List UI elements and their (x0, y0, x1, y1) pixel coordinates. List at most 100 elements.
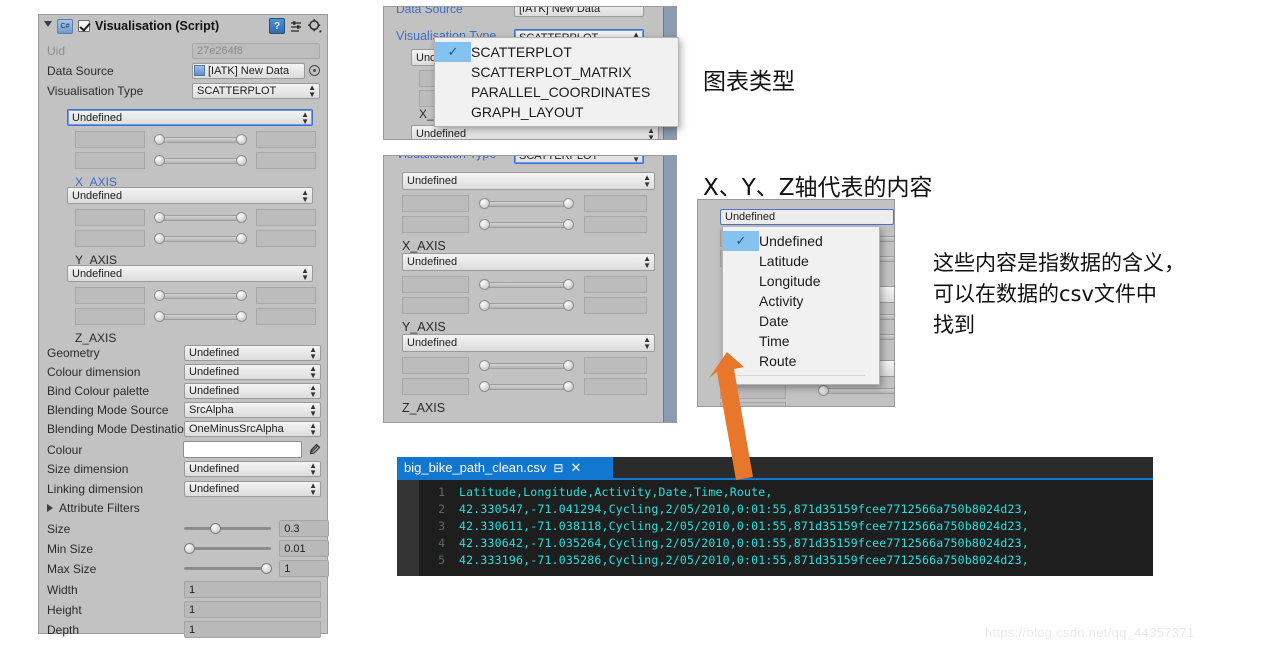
inspector-row-width[interactable]: Width 1 (47, 580, 321, 599)
z-axis-max-field[interactable] (256, 287, 316, 304)
inspector-row-vis-type[interactable]: Visualisation Type SCATTERPLOT ▲ ▼ (47, 81, 321, 100)
inspector-row-size-dimension[interactable]: Size dimension Undefined ▲ ▼ (47, 459, 321, 478)
menu-item-graph-layout[interactable]: GRAPH_LAYOUT (435, 102, 678, 122)
menu-item-date[interactable]: Date (723, 311, 879, 331)
menu-item-latitude[interactable]: Latitude (723, 251, 879, 271)
crop-z-minfilter-field[interactable] (402, 378, 469, 395)
object-picker-icon[interactable] (309, 65, 320, 76)
eyedropper-icon[interactable] (307, 443, 321, 457)
x-axis-filter-slider[interactable] (154, 152, 247, 169)
max-size-value-field[interactable]: 1 (279, 560, 329, 577)
inspector-row-max-size[interactable]: Max Size 1 (47, 559, 329, 578)
crop-x-min-field[interactable] (402, 195, 469, 212)
y-axis-min-field[interactable] (75, 209, 145, 226)
width-field[interactable]: 1 (184, 581, 321, 598)
crop-x-filter-slider[interactable] (479, 216, 574, 233)
inspector-row-data-source[interactable]: Data Source [IATK] New Data (47, 61, 321, 80)
crop-y-maxfilter-field[interactable] (584, 297, 647, 314)
min-size-slider[interactable] (184, 540, 272, 557)
axes-crop-scrollbar[interactable] (663, 156, 676, 422)
z-axis-filter-slider[interactable] (154, 308, 247, 325)
inspector-row-depth[interactable]: Depth 1 (47, 620, 321, 639)
crop-y-axis-dropdown[interactable]: Undefined ▲ ▼ (402, 253, 655, 271)
component-foldout-icon[interactable] (44, 21, 52, 31)
inspector-row-height[interactable]: Height 1 (47, 600, 321, 619)
x-axis-maxfilter-field[interactable] (256, 152, 316, 169)
inspector-row-attribute-filters[interactable]: Attribute Filters (47, 498, 140, 517)
crop-x-maxfilter-field[interactable] (584, 216, 647, 233)
crop-x-axis-dropdown[interactable]: Undefined ▲ ▼ (402, 172, 655, 190)
inspector-row-bind-colour-palette[interactable]: Bind Colour palette Undefined ▲ ▼ (47, 381, 321, 400)
help-icon[interactable]: ? (269, 18, 285, 34)
crop-y-filter-slider[interactable] (479, 297, 574, 314)
crop-y-range-slider[interactable] (479, 276, 574, 293)
crop-z-min-field[interactable] (402, 357, 469, 374)
z-axis-minfilter-field[interactable] (75, 308, 145, 325)
x-axis-minfilter-field[interactable] (75, 152, 145, 169)
csv-body[interactable]: 1 Latitude,Longitude,Activity,Date,Time,… (419, 480, 1153, 576)
menu-item-route[interactable]: Route (723, 351, 879, 371)
size-value-field[interactable]: 0.3 (279, 520, 329, 537)
size-slider[interactable] (184, 520, 272, 537)
data-source-field[interactable]: [IATK] New Data (192, 62, 305, 79)
crop-z-filter-slider[interactable] (479, 378, 574, 395)
crop-z-axis-dropdown[interactable]: Undefined ▲ ▼ (402, 334, 655, 352)
blend-destination-dropdown[interactable]: OneMinusSrcAlpha ▲ ▼ (184, 420, 321, 437)
pin-icon[interactable]: ⊟ (553, 461, 563, 475)
depth-field[interactable]: 1 (184, 621, 321, 638)
y-axis-filter-slider[interactable] (154, 230, 247, 247)
x-axis-max-field[interactable] (256, 131, 316, 148)
preset-icon[interactable] (290, 20, 303, 33)
menu-item-longitude[interactable]: Longitude (723, 271, 879, 291)
z-axis-maxfilter-field[interactable] (256, 308, 316, 325)
vis-type-dropdown[interactable]: SCATTERPLOT ▲ ▼ (192, 82, 320, 99)
min-size-value-field[interactable]: 0.01 (279, 540, 329, 557)
inspector-row-geometry[interactable]: Geometry Undefined ▲ ▼ (47, 343, 321, 362)
inspector-row-colour-dimension[interactable]: Colour dimension Undefined ▲ ▼ (47, 362, 321, 381)
y-axis-range-slider[interactable] (154, 209, 247, 226)
clipped-vis-type-dropdown[interactable]: SCATTERPLOT ▲▼ (514, 156, 644, 164)
inspector-row-blend-destination[interactable]: Blending Mode Destination OneMinusSrcAlp… (47, 419, 321, 438)
crop-z-max-field[interactable] (584, 357, 647, 374)
y-axis-max-field[interactable] (256, 209, 316, 226)
z-axis-dimension-dropdown[interactable]: Undefined ▲ ▼ (67, 265, 313, 282)
x-axis-dimension-dropdown[interactable]: Undefined ▲ ▼ (67, 109, 313, 126)
crop-y-minfilter-field[interactable] (402, 297, 469, 314)
vis-type-crop-behind-field2[interactable]: Undefined ▲ ▼ (411, 125, 659, 139)
inspector-row-size[interactable]: Size 0.3 (47, 519, 329, 538)
crop-x-minfilter-field[interactable] (402, 216, 469, 233)
clipped-data-source-field[interactable]: [IATK] New Data (514, 7, 644, 17)
crop-z-maxfilter-field[interactable] (584, 378, 647, 395)
inspector-row-colour[interactable]: Colour (47, 440, 321, 459)
inspector-row-linking-dimension[interactable]: Linking dimension Undefined ▲ ▼ (47, 479, 321, 498)
crop-y-min-field[interactable] (402, 276, 469, 293)
visualisation-type-menu[interactable]: ✓ SCATTERPLOT SCATTERPLOT_MATRIX PARALLE… (434, 37, 679, 127)
csv-file-tab[interactable]: big_bike_path_clean.csv ⊟ ✕ (397, 457, 613, 478)
height-field[interactable]: 1 (184, 601, 321, 618)
menu-item-undefined[interactable]: ✓ Undefined (723, 231, 879, 251)
crop-z-range-slider[interactable] (479, 357, 574, 374)
inspector-row-min-size[interactable]: Min Size 0.01 (47, 539, 329, 558)
menu-item-time[interactable]: Time (723, 331, 879, 351)
inspector-row-blend-source[interactable]: Blending Mode Source SrcAlpha ▲ ▼ (47, 400, 321, 419)
z-axis-min-field[interactable] (75, 287, 145, 304)
gear-icon[interactable] (308, 19, 322, 33)
crop-x-range-slider[interactable] (479, 195, 574, 212)
crop-y-max-field[interactable] (584, 276, 647, 293)
bind-colour-palette-dropdown[interactable]: Undefined ▲ ▼ (184, 382, 321, 399)
crop-x-max-field[interactable] (584, 195, 647, 212)
y-axis-minfilter-field[interactable] (75, 230, 145, 247)
component-enabled-checkbox[interactable] (78, 20, 90, 32)
menu-item-parallel-coordinates[interactable]: PARALLEL_COORDINATES (435, 82, 678, 102)
menu-item-scatterplot[interactable]: ✓ SCATTERPLOT (435, 42, 678, 62)
menu-item-activity[interactable]: Activity (723, 291, 879, 311)
attribute-filters-foldout-icon[interactable] (47, 503, 53, 512)
close-icon[interactable]: ✕ (570, 460, 581, 476)
dimension-field[interactable]: Undefined (720, 209, 894, 225)
inspector-header[interactable]: C# Visualisation (Script) ? (39, 15, 327, 37)
linking-dimension-dropdown[interactable]: Undefined ▲ ▼ (184, 480, 321, 497)
colour-swatch[interactable] (182, 441, 302, 458)
x-axis-range-slider[interactable] (154, 131, 247, 148)
max-size-slider[interactable] (184, 560, 272, 577)
size-dimension-dropdown[interactable]: Undefined ▲ ▼ (184, 460, 321, 477)
